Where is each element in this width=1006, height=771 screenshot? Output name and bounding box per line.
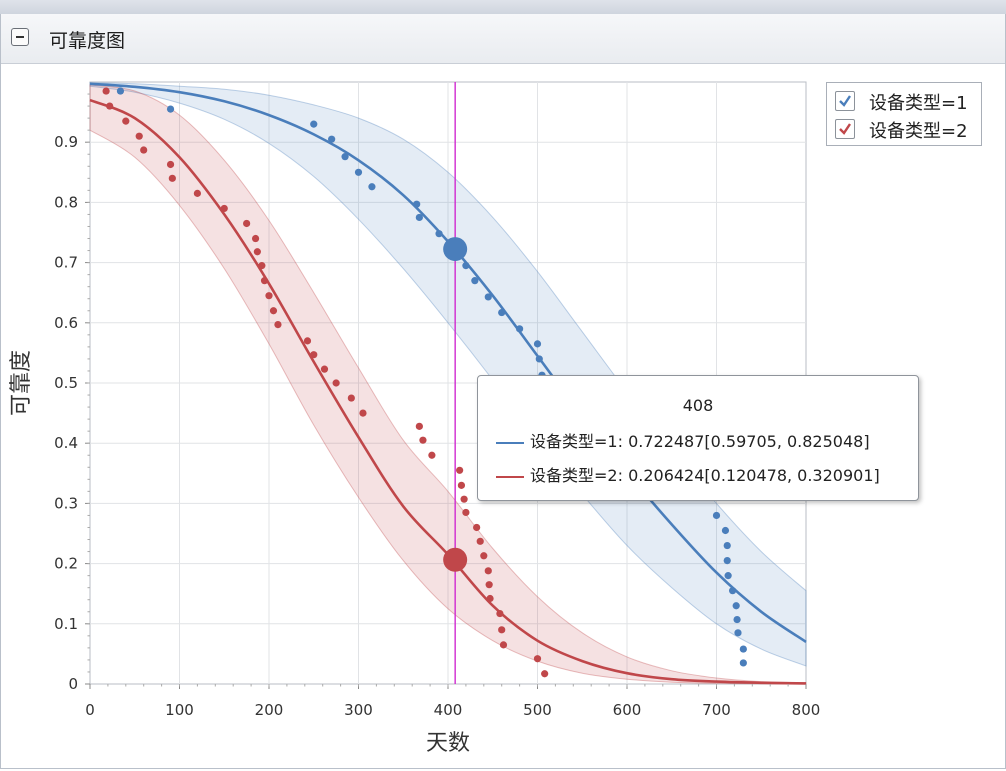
data-point-series1 bbox=[368, 183, 376, 191]
y-tick-label: 0.5 bbox=[54, 374, 78, 392]
data-point-series1 bbox=[116, 87, 125, 95]
cursor-marker-series2 bbox=[443, 547, 468, 572]
data-point-series2 bbox=[476, 537, 484, 545]
x-tick-label: 600 bbox=[613, 701, 642, 719]
data-point-series2 bbox=[456, 466, 464, 474]
tooltip-row-series1: 设备类型=1: 0.722487[0.59705, 0.825048] bbox=[496, 428, 870, 452]
checkbox-checked-icon[interactable] bbox=[835, 119, 855, 139]
data-point-series1 bbox=[166, 105, 175, 113]
tooltip-row-text: 设备类型=2: 0.206424[0.120478, 0.320901] bbox=[530, 466, 880, 485]
data-point-series2 bbox=[480, 552, 488, 560]
data-point-series2 bbox=[274, 321, 282, 329]
data-point-series2 bbox=[253, 248, 261, 256]
data-point-series2 bbox=[457, 481, 466, 489]
data-point-series2 bbox=[193, 189, 201, 197]
y-tick-label: 0.7 bbox=[54, 254, 78, 272]
line-swatch-icon bbox=[496, 441, 524, 444]
data-point-series2 bbox=[473, 523, 481, 532]
x-tick-label: 200 bbox=[255, 701, 284, 719]
y-tick-label: 0.9 bbox=[54, 133, 78, 151]
tooltip-row-text: 设备类型=1: 0.722487[0.59705, 0.825048] bbox=[530, 432, 870, 451]
data-point-series2 bbox=[303, 337, 312, 345]
checkbox-checked-icon[interactable] bbox=[835, 91, 855, 111]
x-tick-label: 700 bbox=[702, 701, 731, 719]
data-point-series2 bbox=[332, 379, 340, 387]
data-point-series1 bbox=[734, 629, 742, 637]
y-tick-label: 0 bbox=[68, 675, 78, 693]
data-point-series2 bbox=[122, 117, 130, 125]
data-point-series1 bbox=[721, 526, 730, 535]
y-tick-label: 0.8 bbox=[54, 193, 78, 211]
data-point-series1 bbox=[723, 541, 731, 550]
data-point-series1 bbox=[310, 120, 318, 128]
line-swatch-icon bbox=[496, 475, 524, 478]
data-point-series2 bbox=[265, 292, 273, 300]
data-point-series2 bbox=[462, 508, 470, 517]
data-point-series2 bbox=[102, 87, 110, 95]
data-point-series1 bbox=[739, 645, 747, 653]
y-tick-label: 0.1 bbox=[54, 615, 78, 633]
data-point-series2 bbox=[485, 581, 493, 589]
data-point-series2 bbox=[140, 146, 148, 154]
data-point-series2 bbox=[269, 307, 278, 315]
x-tick-label: 400 bbox=[434, 701, 463, 719]
data-point-series1 bbox=[723, 556, 731, 565]
data-point-series1 bbox=[724, 572, 732, 580]
data-point-series2 bbox=[243, 219, 251, 228]
data-point-series2 bbox=[533, 655, 542, 663]
data-point-series1 bbox=[533, 340, 542, 348]
x-tick-label: 300 bbox=[344, 701, 373, 719]
crosshair-tooltip: 408 设备类型=1: 0.722487[0.59705, 0.825048] … bbox=[477, 375, 919, 501]
y-tick-label: 0.2 bbox=[54, 555, 78, 573]
x-tick-label: 100 bbox=[165, 701, 194, 719]
data-point-series2 bbox=[166, 160, 175, 169]
tooltip-title: 408 bbox=[682, 396, 714, 415]
data-point-series2 bbox=[347, 394, 355, 402]
data-point-series1 bbox=[733, 615, 741, 624]
x-tick-label: 0 bbox=[85, 701, 95, 719]
tooltip-row-series2: 设备类型=2: 0.206424[0.120478, 0.320901] bbox=[496, 462, 880, 486]
data-point-series2 bbox=[460, 495, 468, 503]
x-tick-label: 500 bbox=[523, 701, 552, 719]
data-point-series2 bbox=[541, 670, 549, 678]
data-point-series1 bbox=[354, 168, 363, 176]
data-point-series1 bbox=[739, 659, 747, 667]
data-point-series2 bbox=[499, 641, 508, 649]
data-point-series2 bbox=[251, 234, 260, 243]
legend: 设备类型=1 设备类型=2 bbox=[826, 82, 982, 146]
data-point-series2 bbox=[320, 365, 329, 373]
x-axis-title: 天数 bbox=[426, 731, 470, 756]
data-point-series2 bbox=[498, 626, 506, 634]
data-point-series2 bbox=[168, 174, 176, 182]
data-point-series2 bbox=[135, 132, 143, 140]
legend-label: 设备类型=2 bbox=[869, 121, 968, 142]
cursor-marker-series1 bbox=[443, 237, 468, 262]
data-point-series2 bbox=[415, 422, 423, 430]
data-point-series2 bbox=[428, 451, 436, 459]
data-point-series1 bbox=[712, 511, 721, 520]
data-point-series2 bbox=[484, 567, 492, 575]
y-tick-label: 0.3 bbox=[54, 494, 78, 512]
data-point-series2 bbox=[359, 409, 367, 417]
x-tick-label: 800 bbox=[792, 701, 821, 719]
y-tick-label: 0.4 bbox=[54, 434, 78, 452]
y-axis-title: 可靠度 bbox=[9, 350, 34, 416]
y-tick-label: 0.6 bbox=[54, 314, 78, 332]
legend-label: 设备类型=1 bbox=[869, 93, 968, 114]
data-point-series1 bbox=[732, 602, 740, 610]
data-point-series2 bbox=[419, 436, 427, 444]
